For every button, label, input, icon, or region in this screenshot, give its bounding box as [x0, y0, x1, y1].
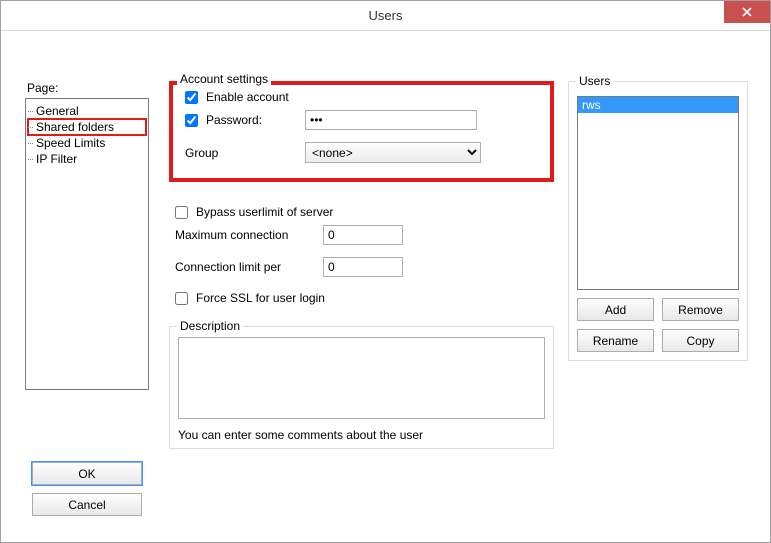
enable-account-checkbox[interactable]: Enable account — [185, 90, 305, 104]
group-select[interactable]: <none> — [305, 142, 481, 163]
force-ssl-checkbox[interactable]: Force SSL for user login — [175, 291, 325, 305]
password-field[interactable] — [305, 110, 477, 130]
users-group: Users rws Add Remove Rename Copy — [568, 81, 748, 361]
add-user-button[interactable]: Add — [577, 298, 654, 321]
bypass-userlimit-checkbox[interactable]: Bypass userlimit of server — [175, 205, 333, 219]
ok-button[interactable]: OK — [32, 462, 142, 485]
tree-item-speed-limits[interactable]: Speed Limits — [28, 135, 146, 151]
bypass-userlimit-input[interactable] — [175, 206, 188, 219]
limits-section: Bypass userlimit of server Maximum conne… — [169, 202, 554, 308]
page-tree[interactable]: General Shared folders Speed Limits IP F… — [25, 98, 149, 390]
tree-item-ip-filter[interactable]: IP Filter — [28, 151, 146, 167]
password-checkbox[interactable]: Password: — [185, 113, 305, 127]
tree-item-shared-folders[interactable]: Shared folders — [28, 119, 146, 135]
rename-user-button[interactable]: Rename — [577, 329, 654, 352]
max-connection-label: Maximum connection — [175, 228, 323, 242]
account-settings-group: Account settings Enable account Password… — [169, 81, 554, 182]
tree-item-general[interactable]: General — [28, 103, 146, 119]
copy-user-button[interactable]: Copy — [662, 329, 739, 352]
force-ssl-input[interactable] — [175, 292, 188, 305]
close-icon — [742, 7, 752, 17]
max-connection-input[interactable] — [323, 225, 403, 245]
description-hint: You can enter some comments about the us… — [178, 428, 545, 442]
window-title: Users — [369, 8, 403, 23]
page-label: Page: — [27, 81, 149, 95]
enable-account-input[interactable] — [185, 91, 198, 104]
close-button[interactable] — [724, 1, 770, 23]
remove-user-button[interactable]: Remove — [662, 298, 739, 321]
users-legend: Users — [576, 74, 613, 88]
account-settings-legend: Account settings — [177, 72, 271, 86]
connection-limit-label: Connection limit per — [175, 260, 323, 274]
description-textarea[interactable] — [178, 337, 545, 419]
user-item[interactable]: rws — [578, 97, 738, 113]
group-label: Group — [185, 146, 305, 160]
users-dialog: Users Page: General Shared folders Speed… — [0, 0, 771, 543]
cancel-button[interactable]: Cancel — [32, 493, 142, 516]
titlebar: Users — [1, 1, 770, 31]
users-listbox[interactable]: rws — [577, 96, 739, 290]
password-checkbox-input[interactable] — [185, 114, 198, 127]
description-legend: Description — [177, 319, 243, 333]
connection-limit-input[interactable] — [323, 257, 403, 277]
description-group: Description You can enter some comments … — [169, 326, 554, 449]
